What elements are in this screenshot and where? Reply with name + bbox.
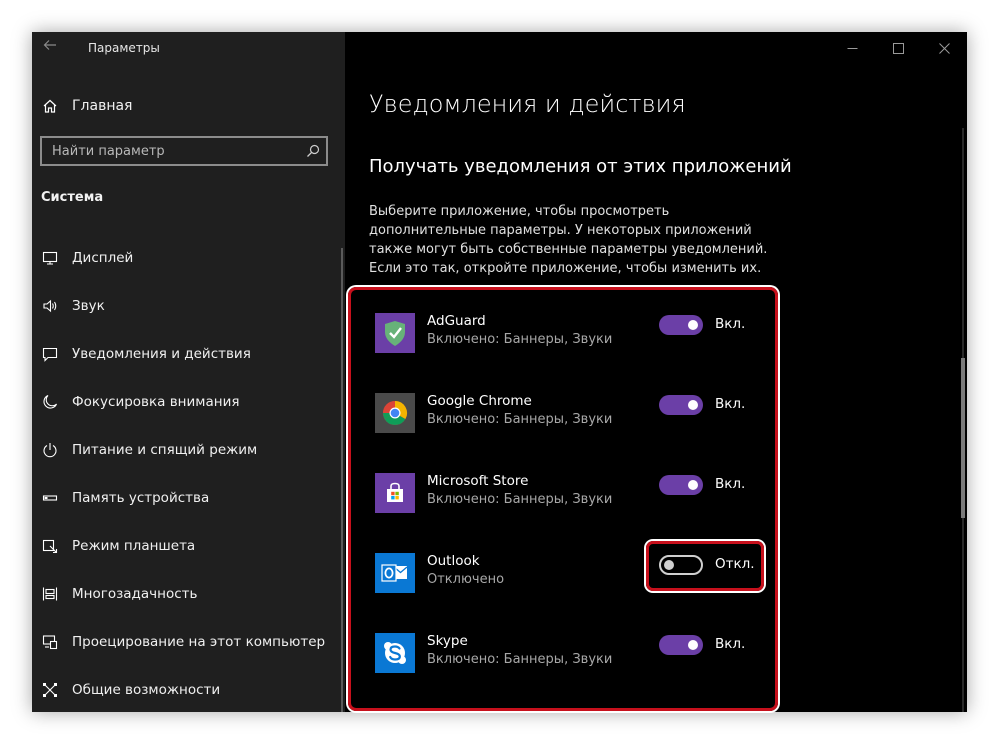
close-button[interactable] xyxy=(921,32,967,64)
main-content: Уведомления и действия Получать уведомле… xyxy=(345,32,967,712)
back-arrow-icon[interactable] xyxy=(40,38,60,58)
toggle-knob xyxy=(664,560,674,570)
display-icon xyxy=(40,248,60,268)
toggle-knob xyxy=(688,480,698,490)
sidebar-item-label: Главная xyxy=(72,98,133,114)
speaker-icon xyxy=(40,296,60,316)
sidebar-item-label: Уведомления и действия xyxy=(72,346,251,362)
search-box[interactable] xyxy=(40,136,328,166)
notification-icon xyxy=(40,344,60,364)
toggle-label: Вкл. xyxy=(715,476,746,492)
toggle-knob xyxy=(688,640,698,650)
notification-toggle[interactable] xyxy=(659,315,703,335)
sidebar-item-label: Дисплей xyxy=(72,250,134,266)
notification-toggle[interactable] xyxy=(659,555,703,575)
search-input[interactable] xyxy=(42,138,302,164)
app-status: Включено: Баннеры, Звуки xyxy=(427,412,613,427)
toggle-knob xyxy=(688,400,698,410)
app-status: Включено: Баннеры, Звуки xyxy=(427,332,613,347)
multitasking-icon xyxy=(40,584,60,604)
apps-highlight-frame: AdGuard Включено: Баннеры, Звуки Вкл. Go… xyxy=(348,287,778,711)
app-name: Google Chrome xyxy=(427,393,532,409)
adguard-icon xyxy=(375,313,415,353)
maximize-button[interactable] xyxy=(875,32,921,64)
app-name: AdGuard xyxy=(427,313,486,329)
sidebar: Параметры Главная Система Дисплей Звук xyxy=(32,32,345,712)
sidebar-item-label: Общие возможности xyxy=(72,682,221,698)
toggle-label: Вкл. xyxy=(715,636,746,652)
app-status: Отключено xyxy=(427,572,505,587)
storage-icon xyxy=(40,488,60,508)
app-row-adguard[interactable]: AdGuard Включено: Баннеры, Звуки Вкл. xyxy=(375,313,775,361)
app-row-skype[interactable]: Skype Включено: Баннеры, Звуки Вкл. xyxy=(375,633,775,681)
toggle-label: Вкл. xyxy=(715,316,746,332)
sidebar-item-display[interactable]: Дисплей xyxy=(32,240,345,276)
scrollbar-thumb[interactable] xyxy=(961,358,965,518)
sidebar-item-label: Фокусировка внимания xyxy=(72,394,240,410)
notification-toggle[interactable] xyxy=(659,635,703,655)
app-status: Включено: Баннеры, Звуки xyxy=(427,492,613,507)
tablet-mode-icon xyxy=(40,536,60,556)
sidebar-item-power-sleep[interactable]: Питание и спящий режим xyxy=(32,432,345,468)
home-icon xyxy=(40,96,60,116)
toggle-label: Откл. xyxy=(715,556,755,572)
sidebar-item-notifications[interactable]: Уведомления и действия xyxy=(32,336,345,372)
projection-icon xyxy=(40,632,60,652)
sidebar-item-label: Многозадачность xyxy=(72,586,198,602)
outlook-icon xyxy=(375,553,415,593)
maximize-icon xyxy=(892,42,904,54)
settings-window: Параметры Главная Система Дисплей Звук xyxy=(32,32,967,712)
main-scrollbar[interactable] xyxy=(960,128,966,712)
toggle-label: Вкл. xyxy=(715,396,746,412)
section-title: Получать уведомления от этих приложений xyxy=(369,156,792,177)
sidebar-item-sound[interactable]: Звук xyxy=(32,288,345,324)
sidebar-item-label: Режим планшета xyxy=(72,538,196,554)
sidebar-item-label: Звук xyxy=(72,298,105,314)
title-bar: Параметры xyxy=(32,32,345,64)
moon-icon xyxy=(40,392,60,412)
notification-toggle[interactable] xyxy=(659,395,703,415)
sidebar-item-label: Память устройства xyxy=(72,490,210,506)
app-name: Outlook xyxy=(427,553,480,569)
sidebar-item-multitasking[interactable]: Многозадачность xyxy=(32,576,345,612)
app-row-microsoft-store[interactable]: Microsoft Store Включено: Баннеры, Звуки… xyxy=(375,473,775,521)
app-row-google-chrome[interactable]: Google Chrome Включено: Баннеры, Звуки В… xyxy=(375,393,775,441)
notification-toggle[interactable] xyxy=(659,475,703,495)
search-icon[interactable] xyxy=(306,144,320,158)
minimize-icon xyxy=(847,47,857,49)
power-icon xyxy=(40,440,60,460)
store-icon xyxy=(375,473,415,513)
toggle-knob xyxy=(688,320,698,330)
app-name: Microsoft Store xyxy=(427,473,529,489)
sidebar-item-tablet-mode[interactable]: Режим планшета xyxy=(32,528,345,564)
section-description: Выберите приложение, чтобы просмотреть д… xyxy=(369,204,768,276)
close-icon xyxy=(938,42,950,54)
page-title: Уведомления и действия xyxy=(369,90,686,118)
sidebar-scrollbar[interactable] xyxy=(341,248,343,712)
window-title: Параметры xyxy=(88,41,160,55)
sidebar-item-home[interactable]: Главная xyxy=(32,88,345,124)
sidebar-item-storage[interactable]: Память устройства xyxy=(32,480,345,516)
sidebar-item-label: Проецирование на этот компьютер xyxy=(72,634,326,650)
app-row-outlook[interactable]: Outlook Отключено Откл. xyxy=(375,541,775,601)
sidebar-item-shared-experiences[interactable]: Общие возможности xyxy=(32,672,345,708)
sidebar-item-focus-assist[interactable]: Фокусировка внимания xyxy=(32,384,345,420)
window-controls xyxy=(829,32,967,64)
sidebar-section-title: Система xyxy=(41,190,104,205)
chrome-icon xyxy=(375,393,415,433)
app-status: Включено: Баннеры, Звуки xyxy=(427,652,613,667)
skype-icon xyxy=(375,633,415,673)
shared-experiences-icon xyxy=(40,680,60,700)
sidebar-item-projection[interactable]: Проецирование на этот компьютер xyxy=(32,624,345,660)
minimize-button[interactable] xyxy=(829,32,875,64)
app-name: Skype xyxy=(427,633,468,649)
sidebar-item-label: Питание и спящий режим xyxy=(72,442,258,458)
